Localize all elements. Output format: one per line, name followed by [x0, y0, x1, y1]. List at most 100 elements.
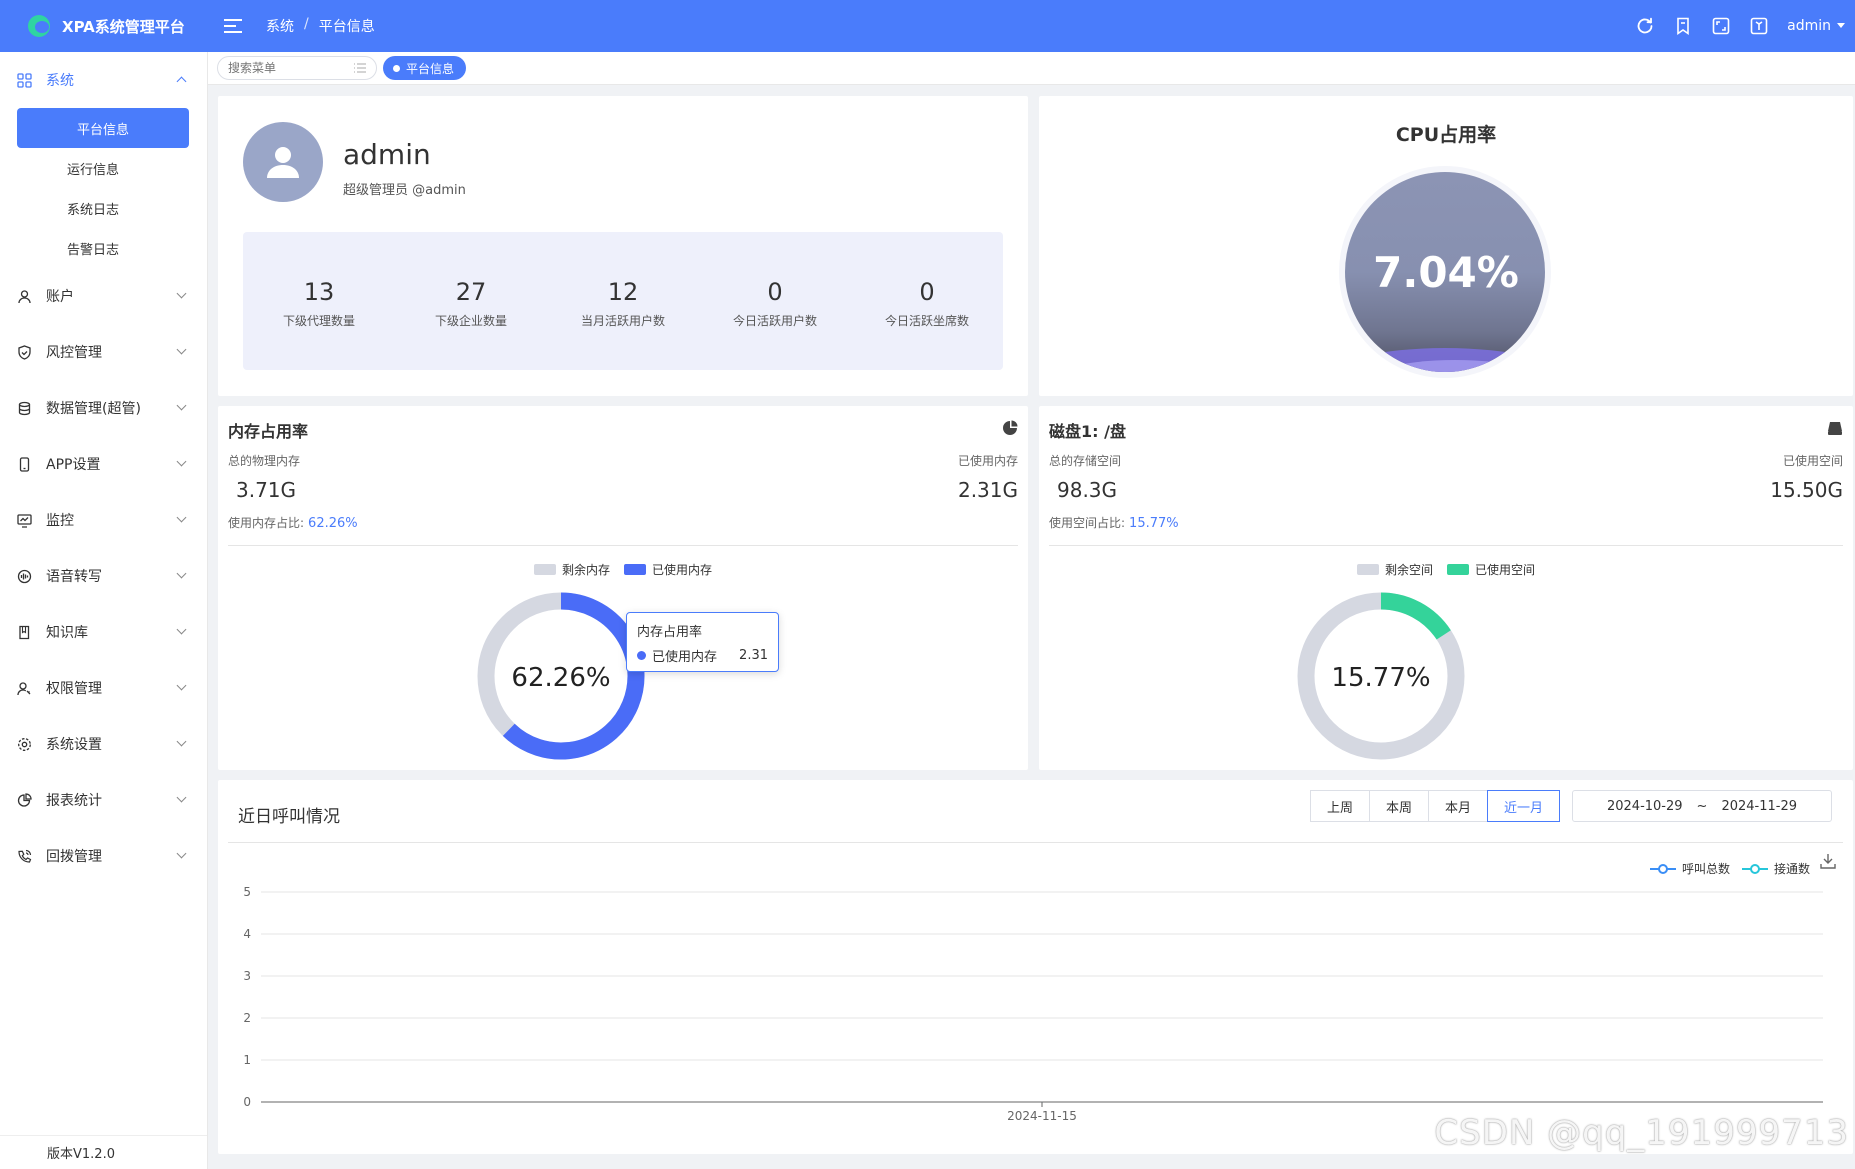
- chart-legend-item[interactable]: 呼叫总数: [1649, 860, 1730, 877]
- sidebar-group-1[interactable]: 账户: [0, 268, 207, 324]
- stat-value: 27: [455, 278, 487, 306]
- legend-item-used[interactable]: 已使用空间: [1447, 561, 1535, 578]
- range-button-3[interactable]: 近一月: [1487, 790, 1561, 822]
- range-button-0[interactable]: 上周: [1310, 790, 1371, 822]
- chevron-down-icon: [176, 512, 187, 523]
- chevron-down-icon: [176, 624, 187, 635]
- caret-down-icon: [1837, 23, 1845, 28]
- theme-icon[interactable]: [1749, 16, 1769, 36]
- breadcrumb: 系统 / 平台信息: [266, 16, 375, 36]
- sidebar-group-7[interactable]: 知识库: [0, 604, 207, 660]
- legend-label: 剩余内存: [561, 563, 610, 577]
- logo-icon: [28, 15, 50, 37]
- chevron-down-icon: [176, 400, 187, 411]
- divider: [228, 842, 1843, 843]
- sidebar: 系统平台信息 运行信息 系统日志 告警日志账户风控管理数据管理(超管) APP设置监控语…: [0, 52, 208, 1169]
- sidebar-item-1[interactable]: 运行信息: [0, 148, 207, 188]
- refresh-icon[interactable]: [1635, 16, 1655, 36]
- donut-slice-used[interactable]: [1380, 592, 1451, 640]
- calls-line-chart[interactable]: 0 1 2 3 4 5 2024-11-15: [218, 880, 1853, 1150]
- disk-used-label: 已使用空间: [1782, 454, 1843, 468]
- memory-donut-chart[interactable]: 62.26%: [218, 586, 1028, 766]
- sidebar-group-label: 账户: [46, 289, 74, 305]
- y-tick-label: 5: [243, 885, 251, 899]
- stat-item: 0 今日活跃坐席数: [851, 232, 1003, 370]
- sidebar-group-label: 语音转写: [46, 569, 102, 585]
- chart-legend: 呼叫总数 接通数: [1649, 860, 1810, 877]
- stat-item: 27 下级企业数量: [395, 232, 547, 370]
- stat-value: 0: [919, 278, 935, 306]
- watermark: CSDN @qq_191999713: [1434, 1113, 1849, 1153]
- stat-label: 下级企业数量: [434, 314, 507, 328]
- breadcrumb-separator: /: [304, 16, 309, 32]
- memory-total-value: 3.71G: [236, 478, 297, 502]
- sidebar-group-2[interactable]: 风控管理: [0, 324, 207, 380]
- sidebar-group-6[interactable]: 语音转写: [0, 548, 207, 604]
- sidebar-group-0[interactable]: 系统: [0, 52, 207, 108]
- sidebar-group-10[interactable]: 报表统计: [0, 772, 207, 828]
- menu-search[interactable]: [217, 56, 377, 80]
- sidebar-group-label: 权限管理: [46, 681, 102, 697]
- sidebar-group-label: 风控管理: [46, 345, 102, 361]
- range-button-2[interactable]: 本月: [1428, 790, 1489, 822]
- sidebar-group-label: 系统: [46, 73, 74, 89]
- legend-item-used[interactable]: 已使用内存: [624, 561, 712, 578]
- hard-drive-icon: [1828, 422, 1842, 435]
- sidebar-item-2[interactable]: 系统日志: [0, 188, 207, 228]
- calls-card: 近日呼叫情况 上周 本周 本月 近一月 2024-10-29 ~ 2024-11-29…: [218, 780, 1853, 1154]
- stat-label: 今日活跃坐席数: [884, 314, 969, 328]
- sidebar-group-5[interactable]: 监控: [0, 492, 207, 548]
- date-range-picker[interactable]: 2024-10-29 ~ 2024-11-29: [1572, 790, 1832, 822]
- chevron-down-icon: [176, 792, 187, 803]
- divider: [1049, 545, 1843, 546]
- y-tick-label: 4: [243, 927, 251, 941]
- sidebar-group-label: 知识库: [46, 625, 88, 641]
- stat-value: 0: [767, 278, 783, 306]
- sidebar-group-label: 回拨管理: [46, 849, 102, 865]
- legend-label: 已使用内存: [652, 563, 713, 577]
- disk-legend: 剩余空间 已使用空间: [1039, 561, 1853, 578]
- avatar[interactable]: [243, 122, 323, 202]
- download-icon[interactable]: [1819, 852, 1837, 870]
- donut-center-label: 15.77%: [1331, 663, 1430, 693]
- brand[interactable]: XPA系统管理平台: [0, 15, 212, 37]
- disk-donut-chart[interactable]: 15.77%: [1039, 586, 1853, 766]
- user-menu[interactable]: admin: [1787, 18, 1845, 34]
- sidebar-group-9[interactable]: 系统设置: [0, 716, 207, 772]
- chart-legend-item[interactable]: 接通数: [1741, 860, 1810, 877]
- range-button-1[interactable]: 本周: [1369, 790, 1430, 822]
- sidebar-submenu: 平台信息 运行信息 系统日志 告警日志: [0, 108, 207, 268]
- date-to[interactable]: 2024-11-29: [1721, 799, 1797, 814]
- stat-label: 下级代理数量: [282, 314, 355, 328]
- profile-name: admin: [343, 138, 431, 171]
- menu-search-input[interactable]: [228, 61, 348, 75]
- sidebar-item-3[interactable]: 告警日志: [0, 228, 207, 268]
- sidebar-group-label: APP设置: [46, 457, 101, 473]
- pie-icon: [16, 792, 32, 808]
- legend-item-free[interactable]: 剩余内存: [533, 561, 610, 578]
- tab-platform-info[interactable]: 平台信息: [383, 56, 467, 80]
- breadcrumb-parent[interactable]: 系统: [266, 16, 294, 36]
- sidebar-item-0[interactable]: 平台信息: [17, 108, 189, 148]
- disk-used-value: 15.50G: [1770, 478, 1843, 502]
- date-from[interactable]: 2024-10-29: [1607, 799, 1683, 814]
- fullscreen-icon[interactable]: [1711, 16, 1731, 36]
- memory-total-label: 总的物理内存: [228, 454, 301, 468]
- sidebar-group-4[interactable]: APP设置: [0, 436, 207, 492]
- sidebar-group-3[interactable]: 数据管理(超管): [0, 380, 207, 436]
- list-icon: [354, 63, 366, 73]
- bookmark-icon[interactable]: [1673, 16, 1693, 36]
- sidebar-group-11[interactable]: 回拨管理: [0, 828, 207, 884]
- menu-toggle-icon[interactable]: [224, 19, 242, 33]
- tooltip-dot-icon: [637, 651, 646, 660]
- tooltip-value: 2.31: [739, 648, 768, 663]
- memory-title: 内存占用率: [228, 422, 309, 441]
- disk-ratio: 使用空间占比: 15.77%: [1049, 514, 1179, 531]
- database-icon: [16, 400, 32, 416]
- cpu-value: 7.04%: [1373, 247, 1519, 297]
- chevron-down-icon: [176, 288, 187, 299]
- legend-item-free[interactable]: 剩余空间: [1356, 561, 1433, 578]
- audio-icon: [16, 568, 32, 584]
- sidebar-group-8[interactable]: 权限管理: [0, 660, 207, 716]
- chevron-down-icon: [176, 848, 187, 859]
